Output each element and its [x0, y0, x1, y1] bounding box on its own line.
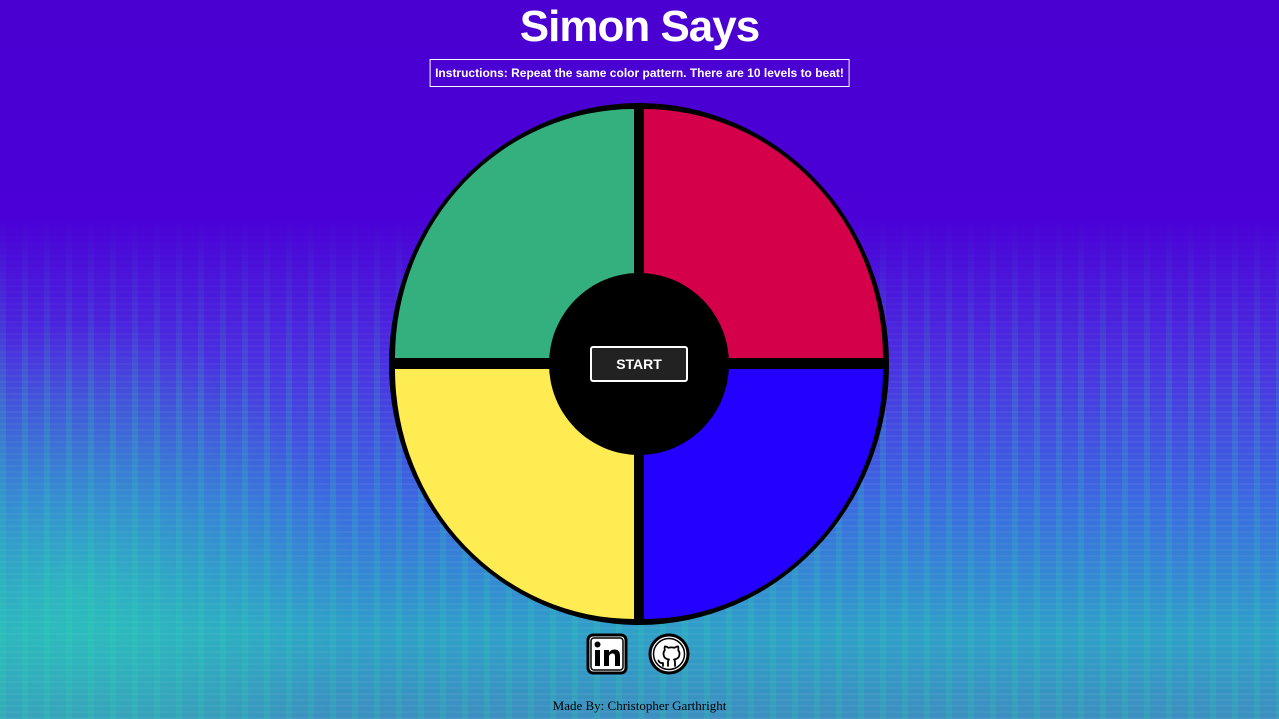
- github-link[interactable]: [648, 633, 690, 675]
- center-hub: START: [549, 273, 729, 455]
- linkedin-link[interactable]: [586, 633, 628, 675]
- background-glow: [0, 299, 380, 719]
- start-button[interactable]: START: [590, 346, 688, 382]
- footer-credit: Made By: Christopher Garthright: [552, 698, 727, 713]
- simon-board: START: [389, 103, 889, 625]
- linkedin-icon: [586, 633, 628, 675]
- github-icon: [648, 633, 690, 675]
- page-title: Simon Says: [519, 2, 760, 51]
- instructions-box: Instructions: Repeat the same color patt…: [429, 59, 850, 87]
- social-links: [586, 633, 690, 675]
